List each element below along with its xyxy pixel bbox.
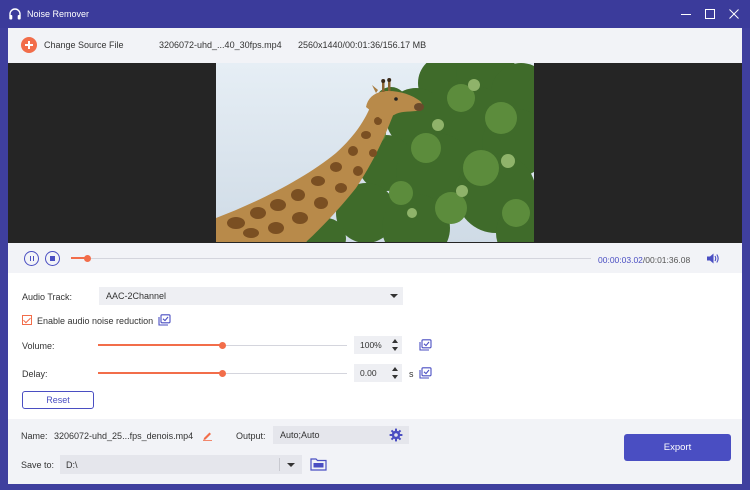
audio-track-select[interactable]: AAC-2Channel xyxy=(99,287,403,305)
volume-value: 100% xyxy=(360,340,382,350)
volume-handle[interactable] xyxy=(219,342,226,349)
save-path-select[interactable]: D:\ xyxy=(60,455,302,474)
apply-all-icon[interactable] xyxy=(158,314,171,326)
stop-button[interactable] xyxy=(45,251,60,266)
output-file-name: 3206072-uhd_25...fps_denois.mp4 xyxy=(54,431,194,441)
current-time: 00:00:03.02 xyxy=(598,255,643,265)
volume-slider[interactable] xyxy=(98,342,347,349)
gear-icon[interactable] xyxy=(389,428,403,442)
volume-icon[interactable] xyxy=(706,252,720,265)
reset-button[interactable]: Reset xyxy=(22,391,94,409)
delay-slider[interactable] xyxy=(98,370,347,377)
divider xyxy=(279,458,280,471)
apply-delay-all-icon[interactable] xyxy=(419,367,432,379)
output-format-value: Auto;Auto xyxy=(280,430,320,440)
source-file-info: 2560x1440/00:01:36/156.17 MB xyxy=(298,40,427,50)
total-time: /00:01:36.08 xyxy=(642,255,691,265)
name-label: Name: xyxy=(21,431,48,441)
delay-label: Delay: xyxy=(22,369,48,379)
noise-reduction-label: Enable audio noise reduction xyxy=(37,316,154,326)
delay-fill xyxy=(98,372,223,374)
volume-fill xyxy=(98,344,223,346)
volume-label: Volume: xyxy=(22,341,55,351)
delay-unit: s xyxy=(409,369,414,379)
pencil-icon[interactable] xyxy=(202,430,213,441)
seek-slider[interactable] xyxy=(71,255,591,262)
pause-button[interactable] xyxy=(24,251,39,266)
video-frame xyxy=(216,63,534,242)
chevron-down-icon xyxy=(390,294,398,298)
volume-spinbox[interactable]: 100% xyxy=(354,336,402,354)
maximize-button[interactable] xyxy=(702,6,718,22)
audio-settings-panel: Audio Track: AAC-2Channel Enable audio n… xyxy=(8,273,742,419)
title-bar: Noise Remover xyxy=(0,0,750,28)
delay-value: 0.00 xyxy=(360,368,377,378)
add-icon[interactable] xyxy=(21,37,37,53)
delay-down-arrow[interactable] xyxy=(392,375,398,379)
audio-track-label: Audio Track: xyxy=(22,292,73,302)
delay-up-arrow[interactable] xyxy=(392,367,398,371)
noise-reduction-checkbox[interactable] xyxy=(22,315,32,325)
output-label: Output: xyxy=(236,431,266,441)
apply-volume-all-icon[interactable] xyxy=(419,339,432,351)
change-source-button[interactable]: Change Source File xyxy=(44,40,124,50)
source-file-name: 3206072-uhd_...40_30fps.mp4 xyxy=(159,40,282,50)
main-window: Change Source File 3206072-uhd_...40_30f… xyxy=(8,28,742,484)
window-title: Noise Remover xyxy=(27,9,90,19)
volume-down-arrow[interactable] xyxy=(392,347,398,351)
delay-handle[interactable] xyxy=(219,370,226,377)
audio-track-value: AAC-2Channel xyxy=(106,291,167,301)
folder-icon[interactable] xyxy=(310,457,327,471)
source-bar: Change Source File 3206072-uhd_...40_30f… xyxy=(8,28,742,63)
time-readout: 00:00:03.02/00:01:36.08 xyxy=(598,255,690,265)
output-bar: Name: 3206072-uhd_25...fps_denois.mp4 Ou… xyxy=(8,419,742,484)
minimize-button[interactable] xyxy=(678,6,694,22)
export-button[interactable]: Export xyxy=(624,434,731,461)
chevron-down-icon[interactable] xyxy=(287,463,295,467)
headphones-icon xyxy=(9,8,21,20)
output-format-field[interactable]: Auto;Auto xyxy=(273,426,409,444)
close-button[interactable] xyxy=(726,6,742,22)
seek-handle[interactable] xyxy=(83,255,91,262)
save-path-value: D:\ xyxy=(66,460,78,470)
volume-up-arrow[interactable] xyxy=(392,339,398,343)
playback-bar: 00:00:03.02/00:01:36.08 xyxy=(8,243,742,273)
delay-spinbox[interactable]: 0.00 xyxy=(354,364,402,382)
save-to-label: Save to: xyxy=(21,460,55,470)
video-preview xyxy=(8,63,742,243)
